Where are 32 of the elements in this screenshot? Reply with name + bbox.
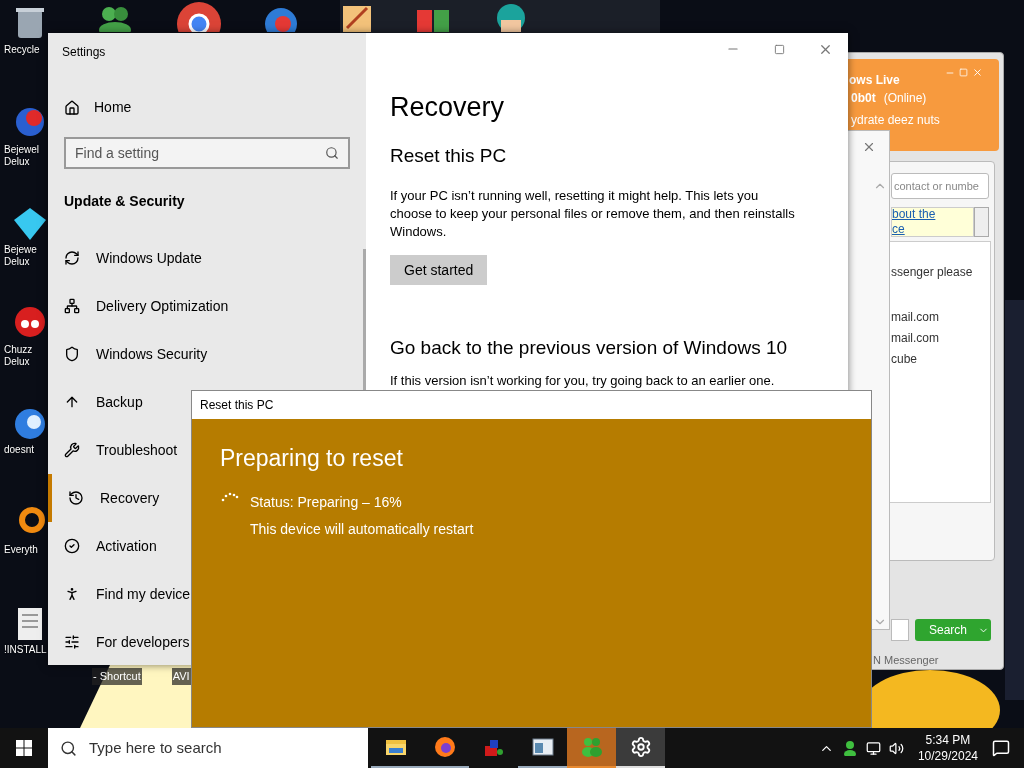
description-text: If your PC isn’t running well, resetting it might help. This lets you choose to keep your personal files or remove them, and then reinstalls Windows. <box>390 187 796 241</box>
description-text: If this version isn’t working for you, try going back to an earlier one. <box>390 372 775 389</box>
icon-label: Bejewe Delux <box>3 244 37 268</box>
list-text: ssenger please <box>891 264 973 281</box>
section-heading: Update & Security <box>64 192 185 211</box>
icon-label: Chuzz Delux <box>3 344 33 368</box>
section-heading: Go back to the previous version of Windows 10 <box>390 336 788 360</box>
icon-label: doesnt <box>3 444 35 456</box>
nav-label: Windows Update <box>96 248 202 268</box>
note-text: This device will automatically restart <box>250 519 474 539</box>
nav-label: Backup <box>96 392 143 412</box>
icon-label: AVI <box>171 668 191 685</box>
icon-label: Everyth <box>3 544 38 556</box>
nav-label: Troubleshoot <box>96 440 178 460</box>
window-title: Settings <box>62 44 106 61</box>
footer-text: N Messenger <box>873 653 939 668</box>
icon-label: Recycle <box>3 44 40 56</box>
nav-label: Activation <box>96 536 157 556</box>
nav-label: For developers <box>96 632 190 652</box>
icon-label: !INSTALL <box>3 644 47 656</box>
dialog-title: Reset this PC <box>200 397 274 414</box>
status-text: Status: Preparing – 16% <box>250 492 403 512</box>
icon-label: Bejewel Delux <box>3 144 40 168</box>
nav-label: Recovery <box>100 488 160 508</box>
nav-label: Delivery Optimization <box>96 296 229 316</box>
page-title: Recovery <box>390 91 505 124</box>
section-heading: Reset this PC <box>390 143 507 168</box>
nav-label: Windows Security <box>96 344 208 364</box>
nav-label: Find my device <box>96 584 191 604</box>
window-title: ows Live <box>849 72 900 89</box>
dialog-heading: Preparing to reset <box>220 444 403 473</box>
icon-label: - Shortcut <box>92 668 142 685</box>
